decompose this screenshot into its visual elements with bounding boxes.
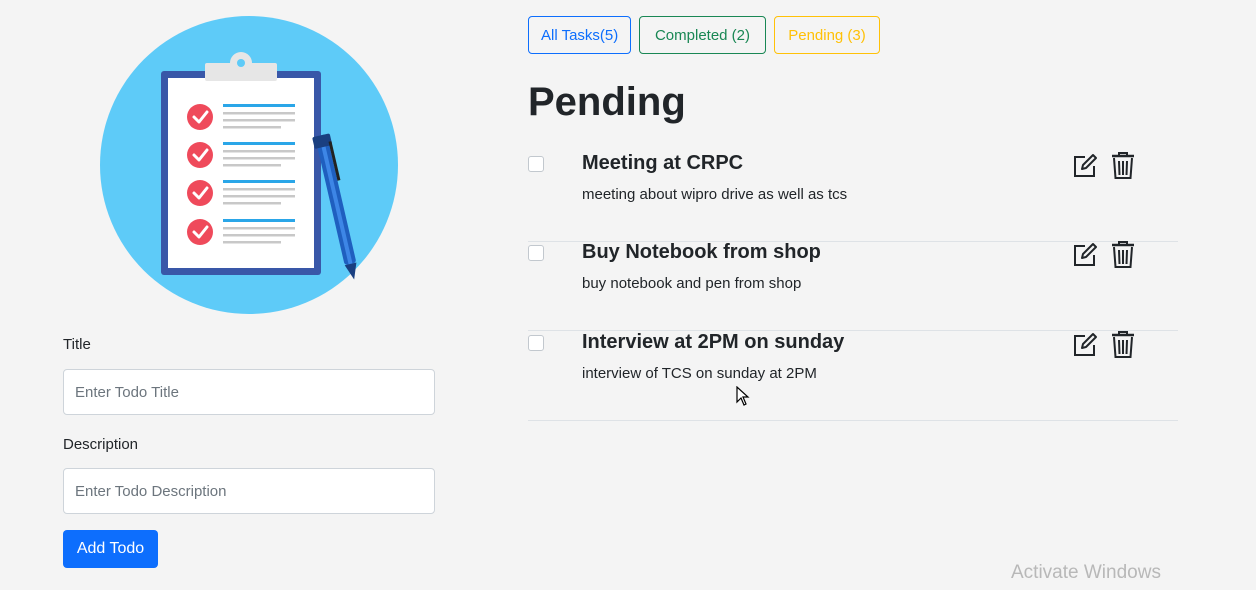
description-label: Description bbox=[63, 436, 139, 453]
title-label: Title bbox=[63, 336, 91, 353]
trash-icon[interactable] bbox=[1110, 152, 1136, 180]
todo-checkbox[interactable] bbox=[528, 156, 544, 172]
todo-item: Interview at 2PM on sunday interview of … bbox=[528, 331, 1178, 421]
description-input[interactable] bbox=[63, 468, 435, 514]
clipboard-checklist-illustration bbox=[99, 15, 399, 315]
todo-checkbox[interactable] bbox=[528, 245, 544, 261]
title-input[interactable] bbox=[63, 369, 435, 415]
section-title: Pending bbox=[528, 80, 686, 124]
filter-all-tasks-button[interactable]: All Tasks(5) bbox=[528, 16, 631, 54]
edit-icon[interactable] bbox=[1072, 331, 1098, 359]
trash-icon[interactable] bbox=[1110, 331, 1136, 359]
activate-windows-watermark: Activate Windows bbox=[1011, 562, 1161, 583]
todo-title: Buy Notebook from shop bbox=[582, 241, 821, 263]
edit-icon[interactable] bbox=[1072, 241, 1098, 269]
edit-icon[interactable] bbox=[1072, 152, 1098, 180]
filter-pending-button[interactable]: Pending (3) bbox=[774, 16, 880, 54]
mouse-cursor-icon bbox=[736, 385, 750, 411]
trash-icon[interactable] bbox=[1110, 241, 1136, 269]
todo-description: buy notebook and pen from shop bbox=[582, 275, 802, 292]
todo-checkbox[interactable] bbox=[528, 335, 544, 351]
todo-title: Interview at 2PM on sunday bbox=[582, 331, 845, 353]
todo-actions bbox=[1072, 331, 1136, 359]
todo-item: Buy Notebook from shop buy notebook and … bbox=[528, 241, 1178, 331]
todo-item: Meeting at CRPC meeting about wipro driv… bbox=[528, 152, 1178, 242]
todo-description: meeting about wipro drive as well as tcs bbox=[582, 186, 848, 203]
add-todo-button[interactable]: Add Todo bbox=[63, 530, 158, 568]
filter-completed-button[interactable]: Completed (2) bbox=[639, 16, 766, 54]
todo-actions bbox=[1072, 241, 1136, 269]
todo-app: Title Description Add Todo All Tasks(5) … bbox=[0, 0, 1256, 590]
todo-actions bbox=[1072, 152, 1136, 180]
todo-description: interview of TCS on sunday at 2PM bbox=[582, 365, 817, 382]
todo-title: Meeting at CRPC bbox=[582, 152, 744, 174]
